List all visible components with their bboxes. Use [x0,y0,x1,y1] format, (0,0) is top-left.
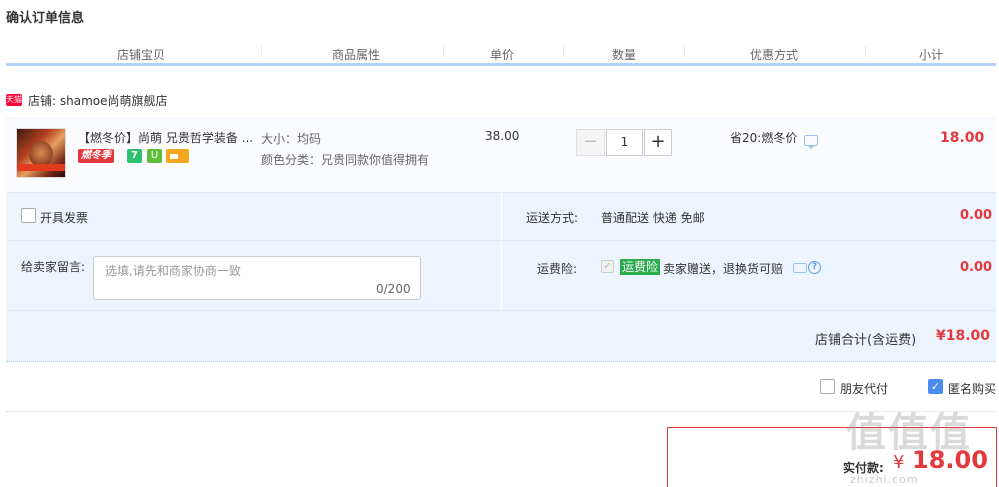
insurance-label: 运费险: [537,262,578,276]
page-title: 确认订单信息 [6,11,85,26]
insurance-tag: 运费险 [620,259,661,275]
unit-price: 38.00 [485,129,520,143]
friend-pay-label[interactable]: 朋友代付 [840,380,888,397]
column-divider [684,46,685,58]
invoice-checkbox[interactable] [21,208,36,223]
seller-message-placeholder: 选填,请先和商家协商一致 [105,264,241,278]
column-header-unit-price: 单价 [489,48,514,62]
credit-card-icon[interactable] [166,149,189,163]
product-title-link[interactable]: 【燃冬价】尚萌 兄贵哲学装备 ... [78,129,254,146]
shipping-method-value: 普通配送 快递 免邮 [601,211,705,225]
shipping-method-label: 运送方式: [526,211,579,225]
column-header-item: 店铺宝贝 [116,48,165,62]
chat-bubble-icon[interactable] [793,263,807,273]
shop-total-value: ¥18.00 [936,328,991,344]
discount-info: 省20:燃冬价 [730,131,798,145]
watermark-logo: 值值值 [846,410,972,456]
anonymous-purchase-label[interactable]: 匿名购买 [948,380,996,397]
seven-day-return-icon[interactable]: 7 [127,149,142,163]
quantity-increase-button[interactable]: + [644,129,672,156]
quantity-input[interactable]: 1 [606,129,643,156]
watermark-url: zhizhi.com [850,473,919,486]
column-divider [563,46,564,58]
insurance-checkbox: ✓ [601,260,614,273]
invoice-label[interactable]: 开具发票 [40,209,88,226]
chat-bubble-icon[interactable] [804,135,818,149]
column-header-attributes: 商品属性 [331,48,380,62]
insurance-description: 卖家赠送，退换货可赔 [663,262,784,276]
quantity-decrease-button[interactable]: − [576,129,605,156]
friend-pay-checkbox[interactable] [820,379,835,394]
seller-message-label: 给卖家留言: [21,260,86,274]
column-divider [865,46,866,58]
shipping-fee: 0.00 [960,208,993,223]
attribute-color: 颜色分类：兄贵同款你值得拥有 [261,153,430,167]
insurance-fee: 0.00 [960,260,993,275]
column-header-discount: 优惠方式 [749,48,798,62]
help-icon[interactable]: ? [808,261,821,274]
column-header-quantity: 数量 [611,48,636,62]
column-divider [261,46,262,58]
seller-message-char-count: 0/200 [376,282,411,296]
promo-badge: 燃冬季 [78,149,114,163]
column-header-subtotal: 小计 [918,48,943,62]
panel-divider [6,240,996,241]
attribute-size: 大小：均码 [261,132,322,146]
shop-name-link[interactable]: 店铺: shamoe尚萌旗舰店 [28,92,167,109]
thumbnail-band-graphic [17,164,65,171]
column-divider [443,46,444,58]
shop-total-label: 店铺合计(含运费) [815,333,917,348]
column-header-bar: 店铺宝贝 商品属性 单价 数量 优惠方式 小计 [6,42,996,66]
tmall-icon: 天猫 [6,94,22,106]
guarantee-icon[interactable]: U [147,149,162,163]
anonymous-purchase-checkbox[interactable]: ✓ [928,379,943,394]
product-thumbnail[interactable] [16,128,66,178]
item-subtotal: 18.00 [940,130,985,146]
